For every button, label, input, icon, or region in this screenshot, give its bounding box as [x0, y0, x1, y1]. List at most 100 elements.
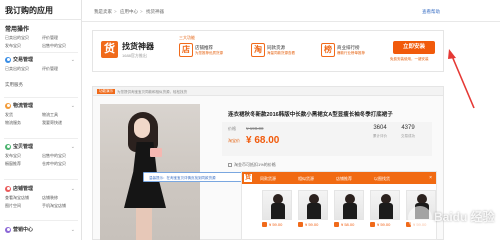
review-count-label: 累计评价 — [373, 134, 387, 138]
sidebar-link[interactable]: 发布宝贝 — [5, 153, 21, 159]
price-box: 价格 ¥ 198.00 淘宝价 ¥ 68.00 3604 累计评价 4379 交… — [222, 122, 432, 156]
sidebar-section-marketing[interactable]: 营销中心 — [5, 226, 33, 233]
items-icon — [5, 143, 11, 150]
checkbox[interactable] — [228, 162, 232, 167]
close-icon[interactable]: × — [429, 175, 432, 181]
product-title: 连衣裙秋冬新款2016韩版中长款小黑裙女A型显瘦长袖冬季打底裙子 — [228, 112, 393, 118]
divider — [4, 220, 78, 221]
features-title: 三大功能 — [179, 35, 195, 40]
sidebar-link[interactable]: 查看淘宝店铺 — [5, 195, 29, 201]
sidebar: 我订购的应用 常用操作 已卖出的宝贝 评价管理 发布宝贝 出售中的宝贝 交易管理… — [0, 0, 82, 240]
similar-item-thumb[interactable] — [262, 190, 292, 220]
arrow-shaft — [451, 55, 475, 109]
tab-shop-recommend[interactable]: 店铺推荐 — [336, 176, 352, 182]
page: 我订购的应用 常用操作 已卖出的宝贝 评价管理 发布宝贝 出售中的宝贝 交易管理… — [0, 0, 500, 240]
review-count: 3604 — [373, 125, 387, 131]
sidebar-section-shop[interactable]: 店铺管理 — [5, 185, 33, 192]
sidebar-link[interactable]: 图片空间 — [5, 203, 21, 209]
similar-item-thumb[interactable] — [370, 190, 400, 220]
taobao-tag-icon — [334, 222, 339, 227]
sidebar-link[interactable]: 出售中的宝贝 — [42, 43, 66, 49]
ranking-icon: 榜 — [321, 43, 335, 57]
breadcrumb-item[interactable]: 我是卖家 — [94, 9, 112, 15]
tab-similar-source[interactable]: 相似货源 — [298, 176, 314, 182]
feature-desc: 海量同款货源查看 — [267, 50, 295, 55]
thumb-dress — [271, 203, 285, 219]
sidebar-link[interactable]: 出售中的宝贝 — [42, 153, 66, 159]
chevron-down-icon[interactable]: ⌄ — [71, 144, 75, 150]
preview-bar: 功能演示 为您提供淘宝宝贝同款和相似货源，轻松找货 — [93, 87, 443, 96]
similar-item-thumb[interactable] — [298, 190, 328, 220]
tab-image-search[interactable]: 以图找货 — [374, 176, 390, 182]
sidebar-link[interactable]: 已卖出的宝贝 — [5, 35, 29, 41]
sale-price: ¥ 68.00 — [246, 135, 280, 146]
coin-row: 淘金币可抵扣1%的价格 — [228, 162, 276, 168]
sidebar-section-trade[interactable]: 交易管理 — [5, 56, 33, 63]
tooltip-text: 温馨提示：在淘宝宝贝详情页找到同款货源 — [149, 175, 216, 180]
original-price-label: 价格 — [228, 126, 236, 131]
sidebar-link[interactable]: 评价管理 — [42, 66, 58, 72]
help-link[interactable]: 查看帮助 — [422, 9, 440, 15]
paw-logo-icon — [408, 206, 432, 230]
sidebar-section-items[interactable]: 宝贝管理 — [5, 143, 33, 150]
taobao-icon: 淘 — [251, 43, 265, 57]
similar-item-thumb[interactable] — [334, 190, 364, 220]
taobao-tag-icon — [370, 222, 375, 227]
sidebar-link[interactable]: 仓库中的宝贝 — [42, 161, 66, 167]
photo-face — [134, 118, 150, 138]
similar-item-price: ¥ 59.00 — [377, 222, 391, 227]
sales-count: 4379 — [401, 125, 415, 131]
sidebar-link[interactable]: 物流服务 — [5, 120, 21, 126]
similar-item-price: ¥ 59.00 — [269, 222, 283, 227]
sales-count-label: 交易成功 — [401, 134, 415, 138]
sidebar-title: 我订购的应用 — [5, 6, 53, 15]
similar-item-price: ¥ 59.00 — [305, 222, 319, 227]
thumb-dress — [307, 203, 321, 219]
watermark-text: Baidu 经验 — [434, 210, 495, 224]
sidebar-section-label: 物流管理 — [13, 103, 34, 109]
sidebar-link[interactable]: 店铺装修 — [42, 195, 58, 201]
breadcrumb-separator: > — [114, 9, 117, 14]
original-price: ¥ 198.00 — [246, 126, 264, 131]
sidebar-link[interactable]: 橱窗推荐 — [5, 161, 21, 167]
divider — [4, 179, 78, 180]
sale-price-label: 淘宝价 — [228, 138, 240, 143]
divider — [4, 138, 78, 139]
chevron-down-icon[interactable]: ⌄ — [71, 186, 75, 192]
sidebar-link[interactable]: 评价管理 — [42, 35, 58, 41]
feature-ranking: 榜 商业排行榜 爆款行业榜单推荐 — [321, 43, 365, 57]
tab-same-source[interactable]: 同款货源 — [260, 176, 276, 182]
taobao-tag-icon — [262, 222, 267, 227]
install-button[interactable]: 立即安装 — [393, 41, 435, 54]
sidebar-link[interactable]: 我要寄快递 — [42, 120, 62, 126]
breadcrumb-separator: > — [140, 9, 143, 14]
photo-legs — [136, 208, 152, 240]
shop-icon: 店 — [179, 43, 193, 57]
sidebar-section-logistics[interactable]: 物流管理 — [5, 102, 33, 109]
breadcrumb-item: 找货神器 — [146, 9, 164, 14]
top-bar: 我是卖家 > 应用中心 > 找货神器 查看帮助 — [82, 0, 500, 22]
sidebar-link[interactable]: 已卖出的宝贝 — [5, 66, 29, 72]
chevron-down-icon[interactable]: ⌄ — [71, 227, 75, 233]
common-actions-heading: 常用操作 — [5, 27, 30, 33]
watermark: Baidu 经验 — [404, 200, 496, 236]
feature-desc: 为您推荐优质货源 — [195, 50, 223, 55]
sidebar-section-label: 宝贝管理 — [13, 144, 34, 150]
logistics-icon — [5, 102, 11, 109]
sidebar-link[interactable]: 发布宝贝 — [5, 43, 21, 49]
photo-phone — [150, 148, 162, 157]
breadcrumb-item[interactable]: 应用中心 — [120, 9, 138, 15]
sidebar-link[interactable]: 发货 — [5, 112, 13, 118]
marketing-icon — [5, 226, 11, 233]
sidebar-sub-heading[interactable]: 实用服务 — [5, 82, 23, 88]
sidebar-link[interactable]: 手机淘宝店铺 — [42, 203, 66, 209]
divider — [0, 19, 82, 20]
preview-note: 为您提供淘宝宝贝同款和相似货源，轻松找货 — [117, 89, 187, 94]
sidebar-link[interactable]: 物流工具 — [42, 112, 58, 118]
chevron-down-icon[interactable]: ⌄ — [71, 103, 75, 109]
install-note: 免费安装使用，一键安装 — [390, 57, 429, 61]
divider — [4, 97, 78, 98]
chevron-down-icon[interactable]: ⌄ — [71, 57, 75, 63]
feature-shop: 店 店铺推荐 为您推荐优质货源 — [179, 43, 223, 57]
feature-desc: 爆款行业榜单推荐 — [337, 50, 365, 55]
